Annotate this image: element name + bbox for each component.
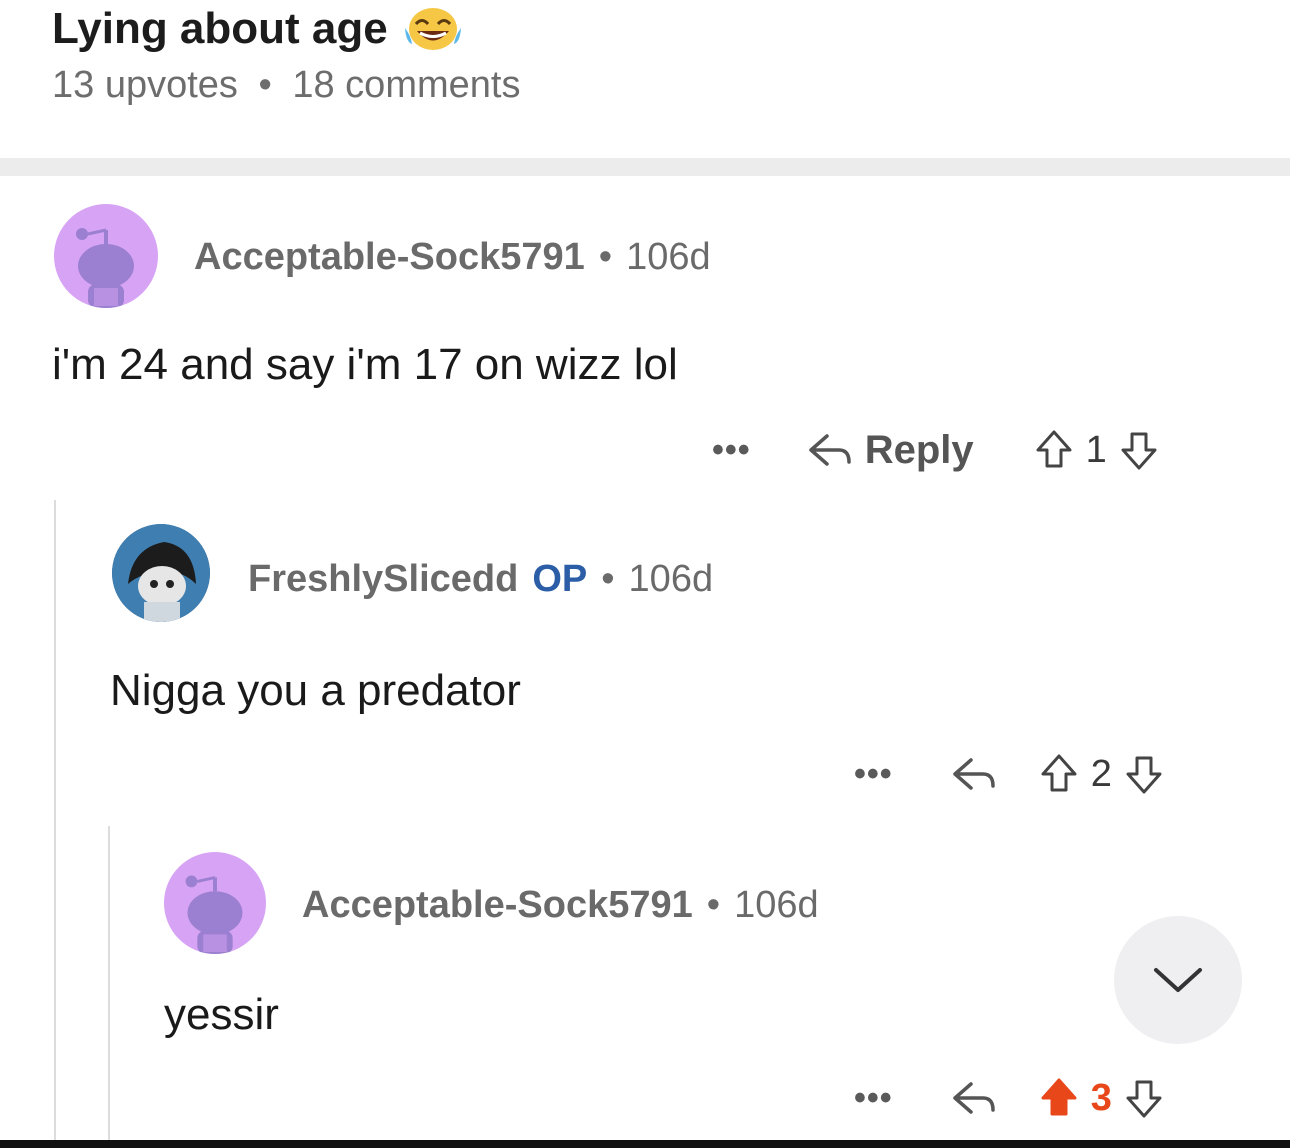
- post-title: Lying about age: [52, 4, 464, 54]
- vote-score: 2: [1090, 752, 1112, 795]
- avatar[interactable]: [164, 852, 266, 954]
- upvote-arrow-icon[interactable]: [1032, 428, 1076, 472]
- downvote-arrow-icon[interactable]: [1122, 1076, 1166, 1120]
- comment-author[interactable]: Acceptable-Sock5791: [302, 884, 693, 926]
- upvote-arrow-icon[interactable]: [1037, 1076, 1081, 1120]
- more-options-button[interactable]: •••: [854, 755, 893, 794]
- post-title-text: Lying about age: [52, 4, 388, 53]
- comment-actions: ••• Reply 1: [712, 422, 1161, 478]
- snoo-avatar-icon: [185, 875, 243, 954]
- vote-score: 3: [1090, 1076, 1112, 1119]
- stats-separator: •: [258, 64, 272, 106]
- comment-author[interactable]: Acceptable-Sock5791: [194, 236, 585, 278]
- bottom-edge: [0, 1140, 1290, 1148]
- scroll-down-button[interactable]: [1114, 916, 1242, 1044]
- comment-author[interactable]: FreshlySlicedd: [248, 558, 518, 600]
- meta-dot: •: [601, 558, 615, 600]
- thread-line[interactable]: [108, 826, 110, 1148]
- snoo-avatar-icon: [76, 228, 134, 308]
- reply-arrow-icon[interactable]: [949, 754, 997, 794]
- comment-author-line: Acceptable-Sock5791 • 106d: [194, 236, 711, 279]
- vote-score: 1: [1085, 428, 1107, 471]
- more-options-button[interactable]: •••: [712, 431, 751, 470]
- meta-dot: •: [598, 236, 613, 278]
- more-options-button[interactable]: •••: [854, 1079, 893, 1118]
- comment-author-line: FreshlySlicedd OP • 106d: [248, 558, 713, 601]
- downvote-arrow-icon[interactable]: [1122, 752, 1166, 796]
- chevron-down-icon: [1154, 968, 1202, 992]
- tears-of-joy-emoji-icon: [404, 8, 461, 50]
- reply-arrow-icon[interactable]: [949, 1078, 997, 1118]
- thread-line[interactable]: [54, 500, 56, 1148]
- custom-avatar-icon: [112, 524, 210, 622]
- comment-count[interactable]: 18 comments: [292, 64, 520, 106]
- avatar[interactable]: [54, 204, 158, 308]
- comment-age: 106d: [734, 884, 819, 926]
- comment-author-line: Acceptable-Sock5791 • 106d: [302, 884, 819, 927]
- comment-age: 106d: [626, 236, 711, 278]
- comment-age: 106d: [628, 558, 714, 600]
- upvote-arrow-icon[interactable]: [1037, 752, 1081, 796]
- op-badge: OP: [532, 558, 588, 600]
- comment-body: i'm 24 and say i'm 17 on wizz lol: [52, 340, 678, 389]
- comment-body: Nigga you a predator: [110, 666, 521, 715]
- avatar[interactable]: [112, 524, 210, 622]
- reply-button[interactable]: Reply: [805, 428, 974, 473]
- comment-actions: ••• 3: [854, 1070, 1166, 1126]
- meta-dot: •: [706, 884, 721, 926]
- downvote-arrow-icon[interactable]: [1117, 428, 1161, 472]
- comment-actions: ••• 2: [854, 746, 1166, 802]
- reply-arrow-icon: [808, 434, 851, 466]
- comment-body: yessir: [164, 990, 279, 1039]
- post-stats: 13 upvotes • 18 comments: [52, 64, 520, 107]
- upvote-count: 13 upvotes: [52, 64, 238, 106]
- section-divider: [0, 158, 1290, 176]
- reply-label: Reply: [864, 427, 974, 472]
